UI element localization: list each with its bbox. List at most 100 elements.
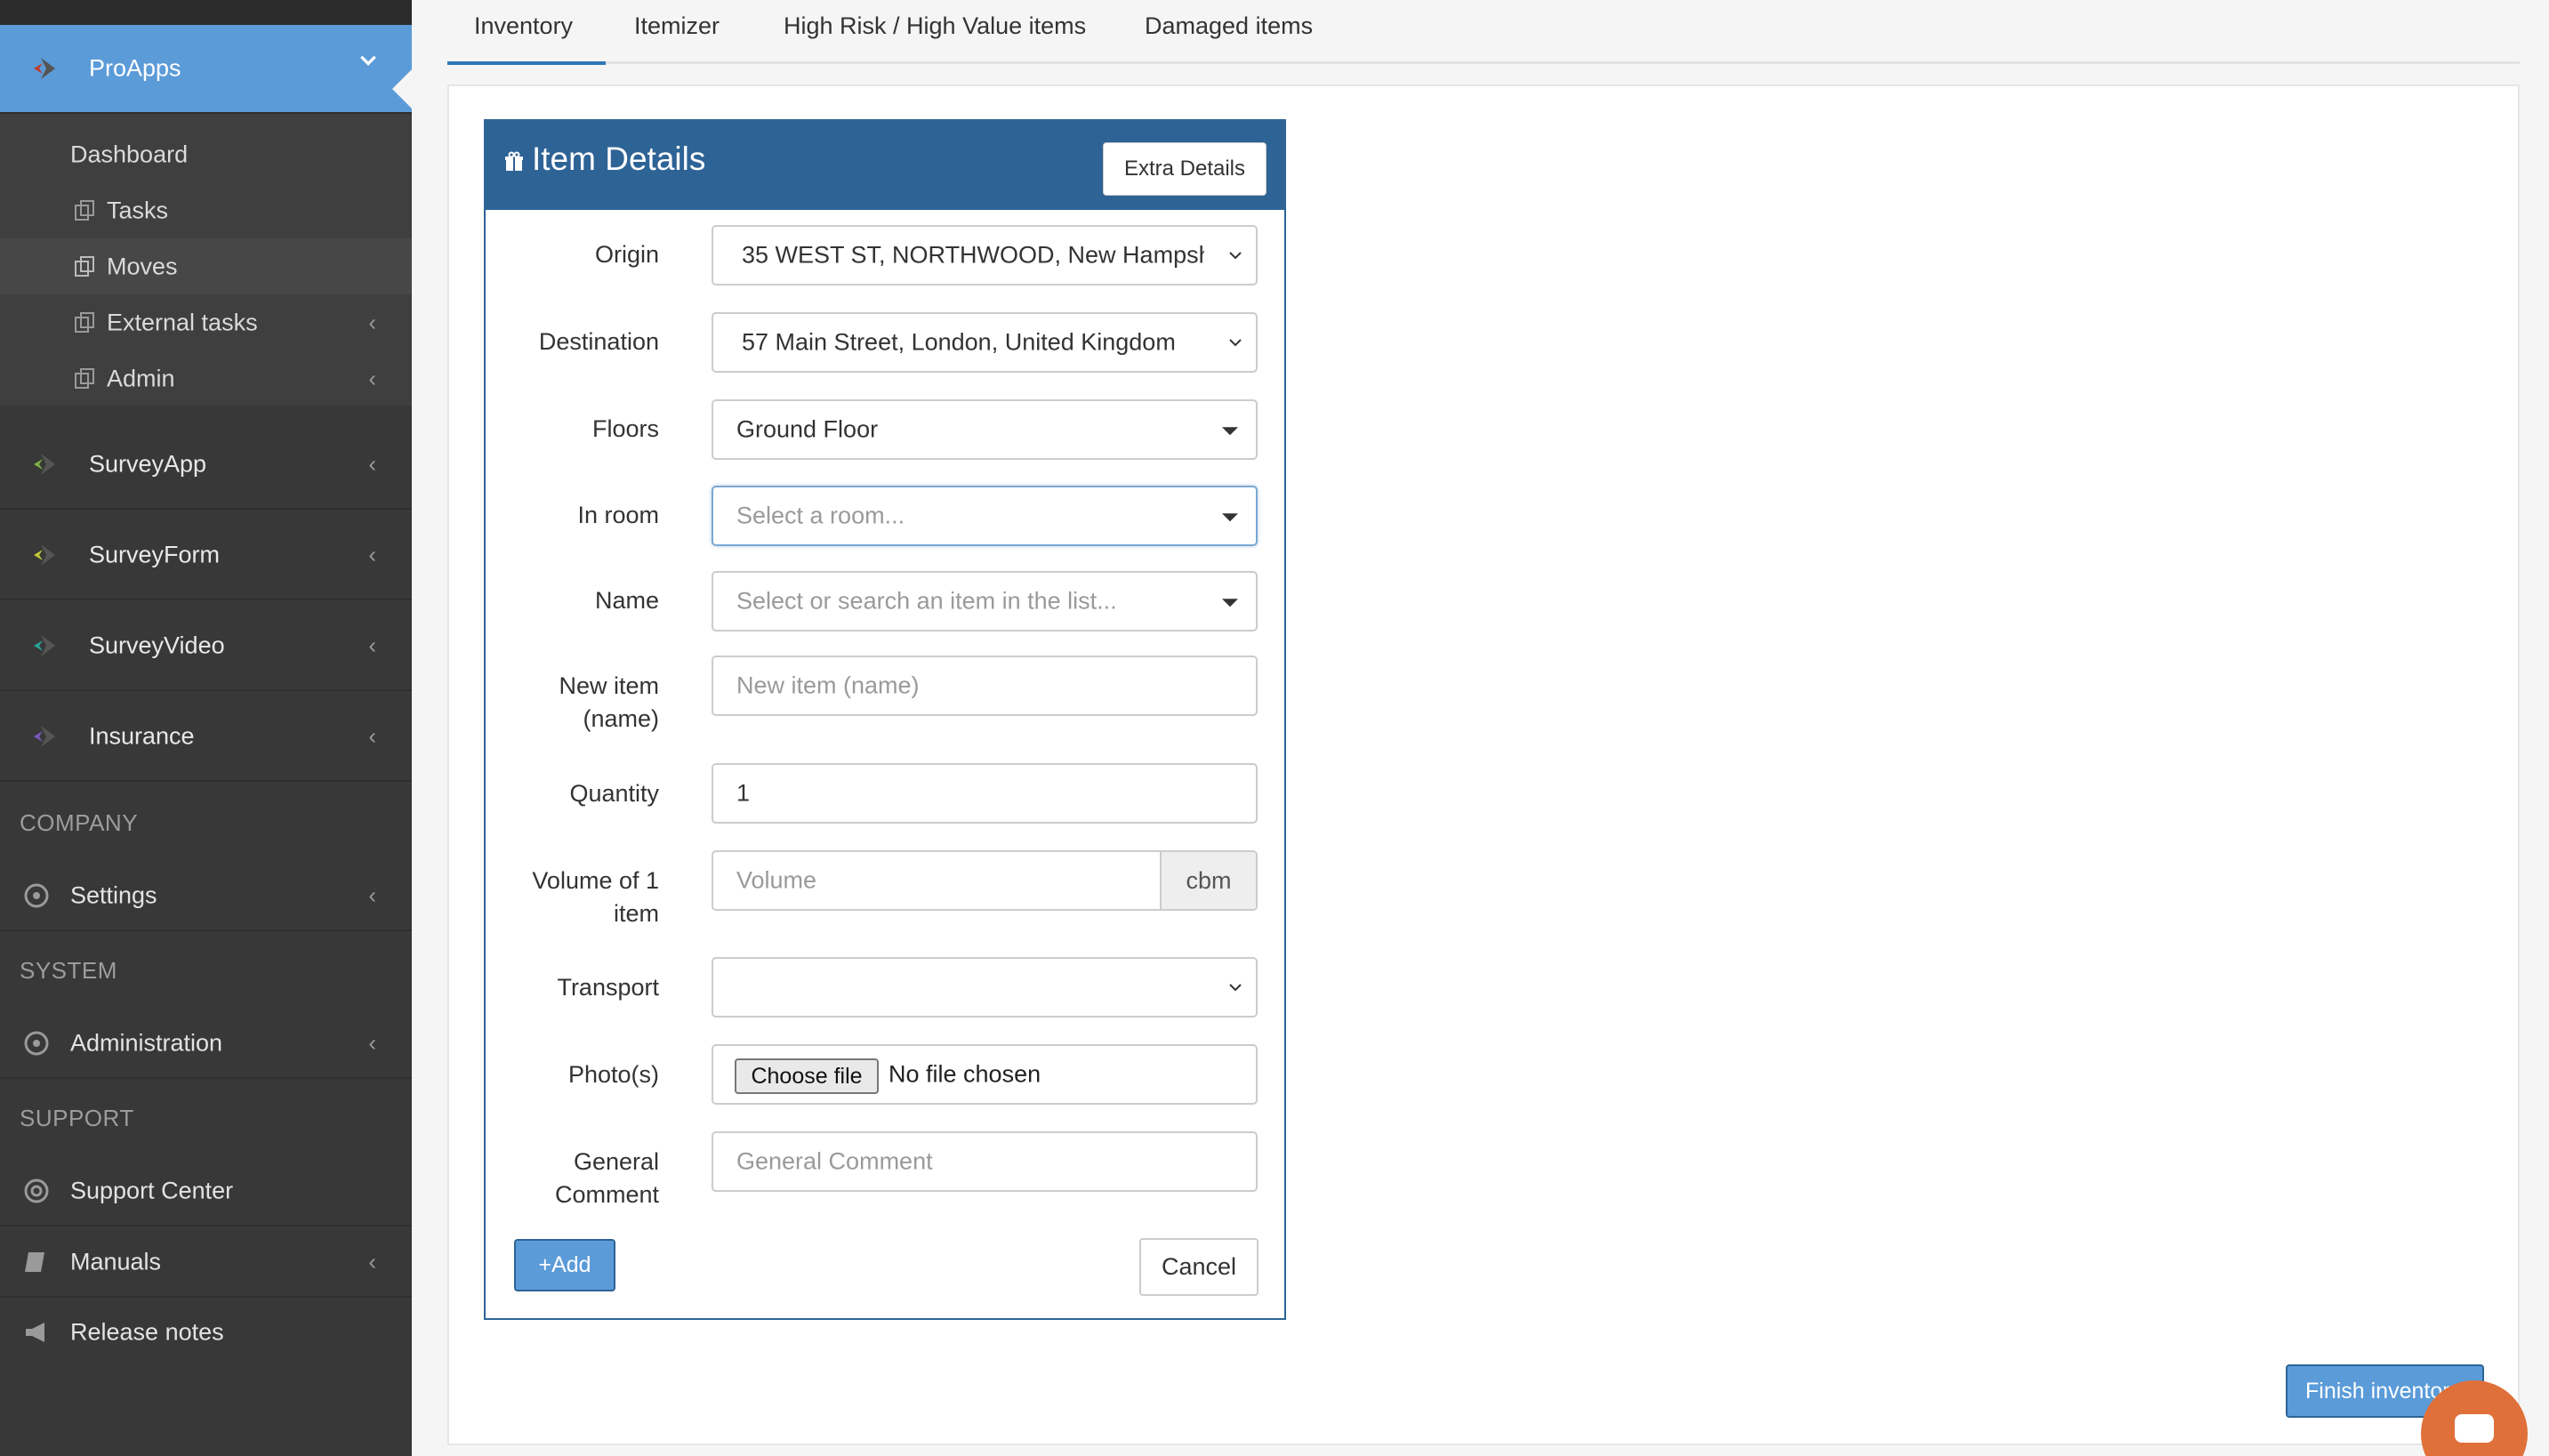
volume-placeholder: Volume <box>736 866 817 894</box>
megaphone-icon <box>26 1323 44 1342</box>
sidebar-item-label: Tasks <box>107 197 169 223</box>
new-item-placeholder: New item (name) <box>736 672 920 699</box>
photos-file-input[interactable]: Choose file No file chosen <box>712 1044 1258 1105</box>
chevron-left-icon: ‹ <box>368 722 376 750</box>
copy-icon <box>75 311 94 333</box>
chevron-left-icon: ‹ <box>368 1248 376 1275</box>
volume-input[interactable]: Volume cbm <box>712 850 1258 911</box>
chevron-down-icon <box>1229 252 1242 260</box>
quantity-value: 1 <box>736 779 751 807</box>
tab-damaged-items[interactable]: Damaged items <box>1145 0 1313 64</box>
cancel-button[interactable]: Cancel <box>1139 1238 1258 1296</box>
floors-select[interactable]: Ground Floor <box>712 399 1258 460</box>
sidebar-app-label: ProApps <box>89 54 181 82</box>
chevron-left-icon: ‹ <box>368 365 376 391</box>
sidebar-item-admin[interactable]: Admin ‹ <box>0 350 412 406</box>
book-icon <box>25 1252 44 1272</box>
photos-label: Photo(s) <box>567 1061 659 1088</box>
chevron-left-icon: ‹ <box>368 1029 376 1057</box>
sidebar-item-label: Manuals <box>70 1248 162 1275</box>
sidebar-item-dashboard[interactable]: Dashboard <box>0 126 412 182</box>
tab-inventory[interactable]: Inventory <box>447 0 606 65</box>
quantity-label: Quantity <box>569 780 659 807</box>
tab-label: Itemizer <box>634 12 720 39</box>
copy-icon <box>75 367 94 389</box>
comment-label-line2: Comment <box>554 1181 659 1208</box>
destination-value: 57 Main Street, London, United Kingdom <box>742 328 1176 356</box>
sidebar-item-label: Support Center <box>70 1177 234 1204</box>
active-caret <box>392 69 412 109</box>
extra-details-button[interactable]: Extra Details <box>1103 142 1266 196</box>
sidebar-item-label: Dashboard <box>70 141 189 167</box>
in-room-label: In room <box>577 502 659 528</box>
sidebar-item-tasks[interactable]: Tasks <box>0 182 412 238</box>
room-placeholder: Select a room... <box>736 502 905 529</box>
sidebar-item-label: Release notes <box>70 1318 224 1346</box>
sidebar-app-label: SurveyVideo <box>89 631 225 659</box>
sidebar-item-administration[interactable]: Administration ‹ <box>0 1010 412 1079</box>
comment-label-line1: General <box>573 1148 659 1175</box>
tab-label: Damaged items <box>1145 12 1314 39</box>
comment-label: General Comment <box>481 1146 659 1211</box>
tab-label: Inventory <box>474 12 574 39</box>
tab-bar: Inventory Itemizer High Risk / High Valu… <box>447 0 2520 65</box>
destination-select[interactable]: 57 Main Street, London, United Kingdom <box>712 312 1258 373</box>
origin-label: Origin <box>594 241 659 268</box>
sidebar-item-label: External tasks <box>107 309 258 335</box>
sidebar-item-moves[interactable]: Moves <box>0 238 412 294</box>
destination-label: Destination <box>538 328 659 355</box>
caret-down-icon <box>1222 599 1238 607</box>
gear-icon <box>24 1031 49 1056</box>
tab-itemizer[interactable]: Itemizer <box>634 0 720 64</box>
plus-icon: + <box>538 1252 552 1277</box>
quantity-input[interactable]: 1 <box>712 763 1258 824</box>
chevron-left-icon: ‹ <box>368 631 376 659</box>
choose-file-button[interactable]: Choose file <box>735 1058 879 1094</box>
proapps-arrow-icon <box>34 58 55 79</box>
new-item-label: New item (name) <box>481 670 659 736</box>
chevron-left-icon: ‹ <box>368 450 376 478</box>
surveyform-arrow-icon <box>34 544 55 566</box>
sidebar-item-external-tasks[interactable]: External tasks ‹ <box>0 294 412 350</box>
section-heading-system: SYSTEM <box>20 957 117 984</box>
sidebar-app-surveyapp[interactable]: SurveyApp ‹ <box>0 421 412 510</box>
chevron-left-icon: ‹ <box>368 309 376 335</box>
sidebar-app-insurance[interactable]: Insurance ‹ <box>0 693 412 782</box>
new-item-label-line1: New item <box>559 672 659 699</box>
file-status: No file chosen <box>889 1060 1041 1088</box>
sidebar-item-manuals[interactable]: Manuals ‹ <box>0 1228 412 1298</box>
sidebar-item-support-center[interactable]: Support Center <box>0 1157 412 1227</box>
volume-label: Volume of 1 item <box>481 865 659 930</box>
section-heading-support: SUPPORT <box>20 1105 134 1131</box>
general-comment-input[interactable]: General Comment <box>712 1131 1258 1192</box>
sidebar-item-label: Moves <box>107 253 178 279</box>
copy-icon <box>75 255 94 277</box>
sidebar-app-surveyform[interactable]: SurveyForm ‹ <box>0 511 412 600</box>
item-name-placeholder: Select or search an item in the list... <box>736 587 1117 615</box>
origin-select[interactable]: 35 WEST ST, NORTHWOOD, New Hampshire <box>712 225 1258 286</box>
transport-select[interactable] <box>712 957 1258 1018</box>
general-comment-placeholder: General Comment <box>736 1147 933 1175</box>
sidebar-app-surveyvideo[interactable]: SurveyVideo ‹ <box>0 602 412 691</box>
volume-label-line1: Volume of 1 <box>532 867 659 894</box>
room-select[interactable]: Select a room... <box>712 486 1258 546</box>
floors-label: Floors <box>591 415 659 442</box>
sidebar-top-bar <box>0 0 412 25</box>
sidebar-app-label: SurveyForm <box>89 541 221 568</box>
tab-high-risk[interactable]: High Risk / High Value items <box>784 0 1086 64</box>
add-button-label: Add <box>551 1252 591 1277</box>
item-name-select[interactable]: Select or search an item in the list... <box>712 571 1258 631</box>
origin-value: 35 WEST ST, NORTHWOOD, New Hampshire <box>742 241 1204 269</box>
sidebar-app-label: Insurance <box>89 722 195 750</box>
sidebar-app-proapps[interactable]: ProApps <box>0 25 412 114</box>
new-item-input[interactable]: New item (name) <box>712 656 1258 716</box>
add-button[interactable]: +Add <box>514 1239 615 1291</box>
chevron-down-icon <box>1229 984 1242 992</box>
sidebar-app-label: SurveyApp <box>89 450 207 478</box>
sidebar-item-label: Admin <box>107 365 175 391</box>
sidebar-item-label: Administration <box>70 1029 223 1057</box>
sidebar-item-settings[interactable]: Settings ‹ <box>0 862 412 931</box>
floors-value: Ground Floor <box>736 415 879 443</box>
sidebar-item-release-notes[interactable]: Release notes <box>0 1298 412 1367</box>
card-title: Item Details <box>532 141 706 177</box>
